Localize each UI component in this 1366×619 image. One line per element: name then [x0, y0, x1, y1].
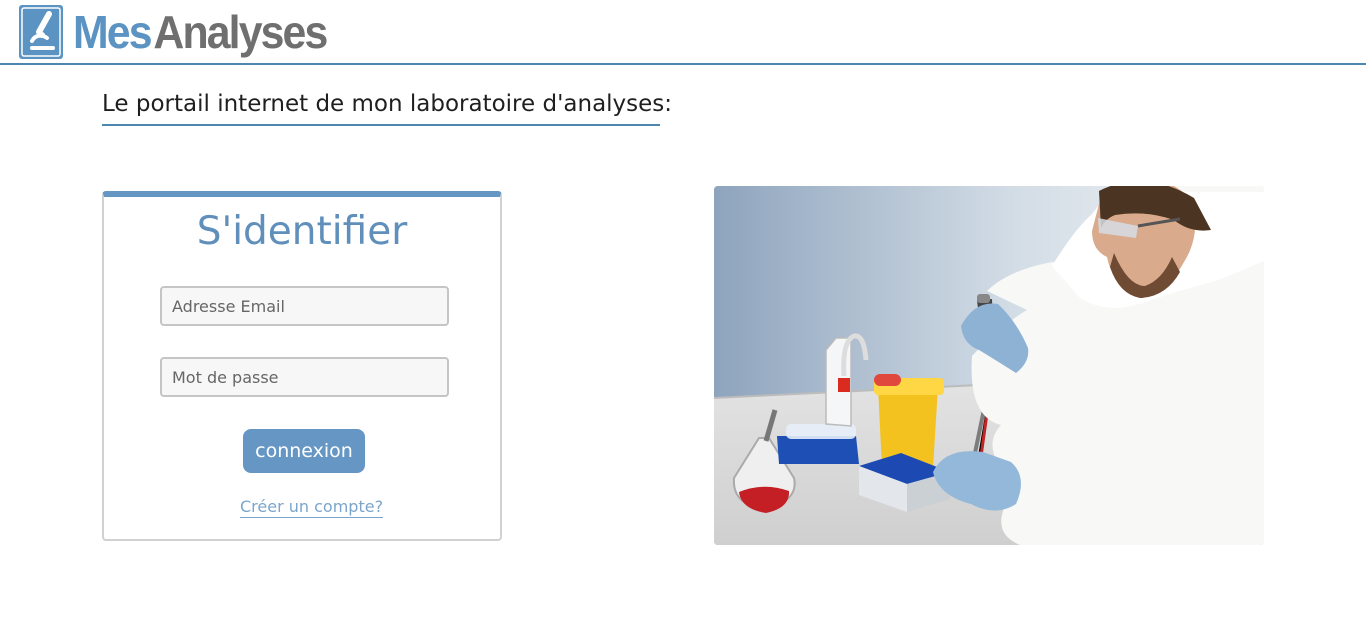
connexion-button[interactable]: connexion: [243, 429, 365, 473]
microscope-icon: [19, 5, 63, 59]
login-title: S'identifier: [196, 209, 408, 254]
laboratory-photo: [714, 186, 1264, 545]
logo-wordmark: Mes Analyses: [73, 4, 328, 60]
password-field[interactable]: [160, 357, 449, 397]
create-account-link[interactable]: Créer un compte?: [240, 497, 384, 518]
logo-text-mes: Mes: [73, 6, 153, 58]
email-field[interactable]: [160, 286, 449, 326]
portal-tagline: Le portail internet de mon laboratoire d…: [102, 86, 672, 126]
logo-text-analyses: Analyses: [153, 6, 328, 58]
login-card: S'identifier connexion Créer un compte?: [102, 191, 502, 541]
laboratory-photo-illustration: [714, 186, 1264, 545]
site-header: Mes Analyses: [0, 0, 1366, 65]
site-logo[interactable]: Mes Analyses: [19, 4, 346, 60]
